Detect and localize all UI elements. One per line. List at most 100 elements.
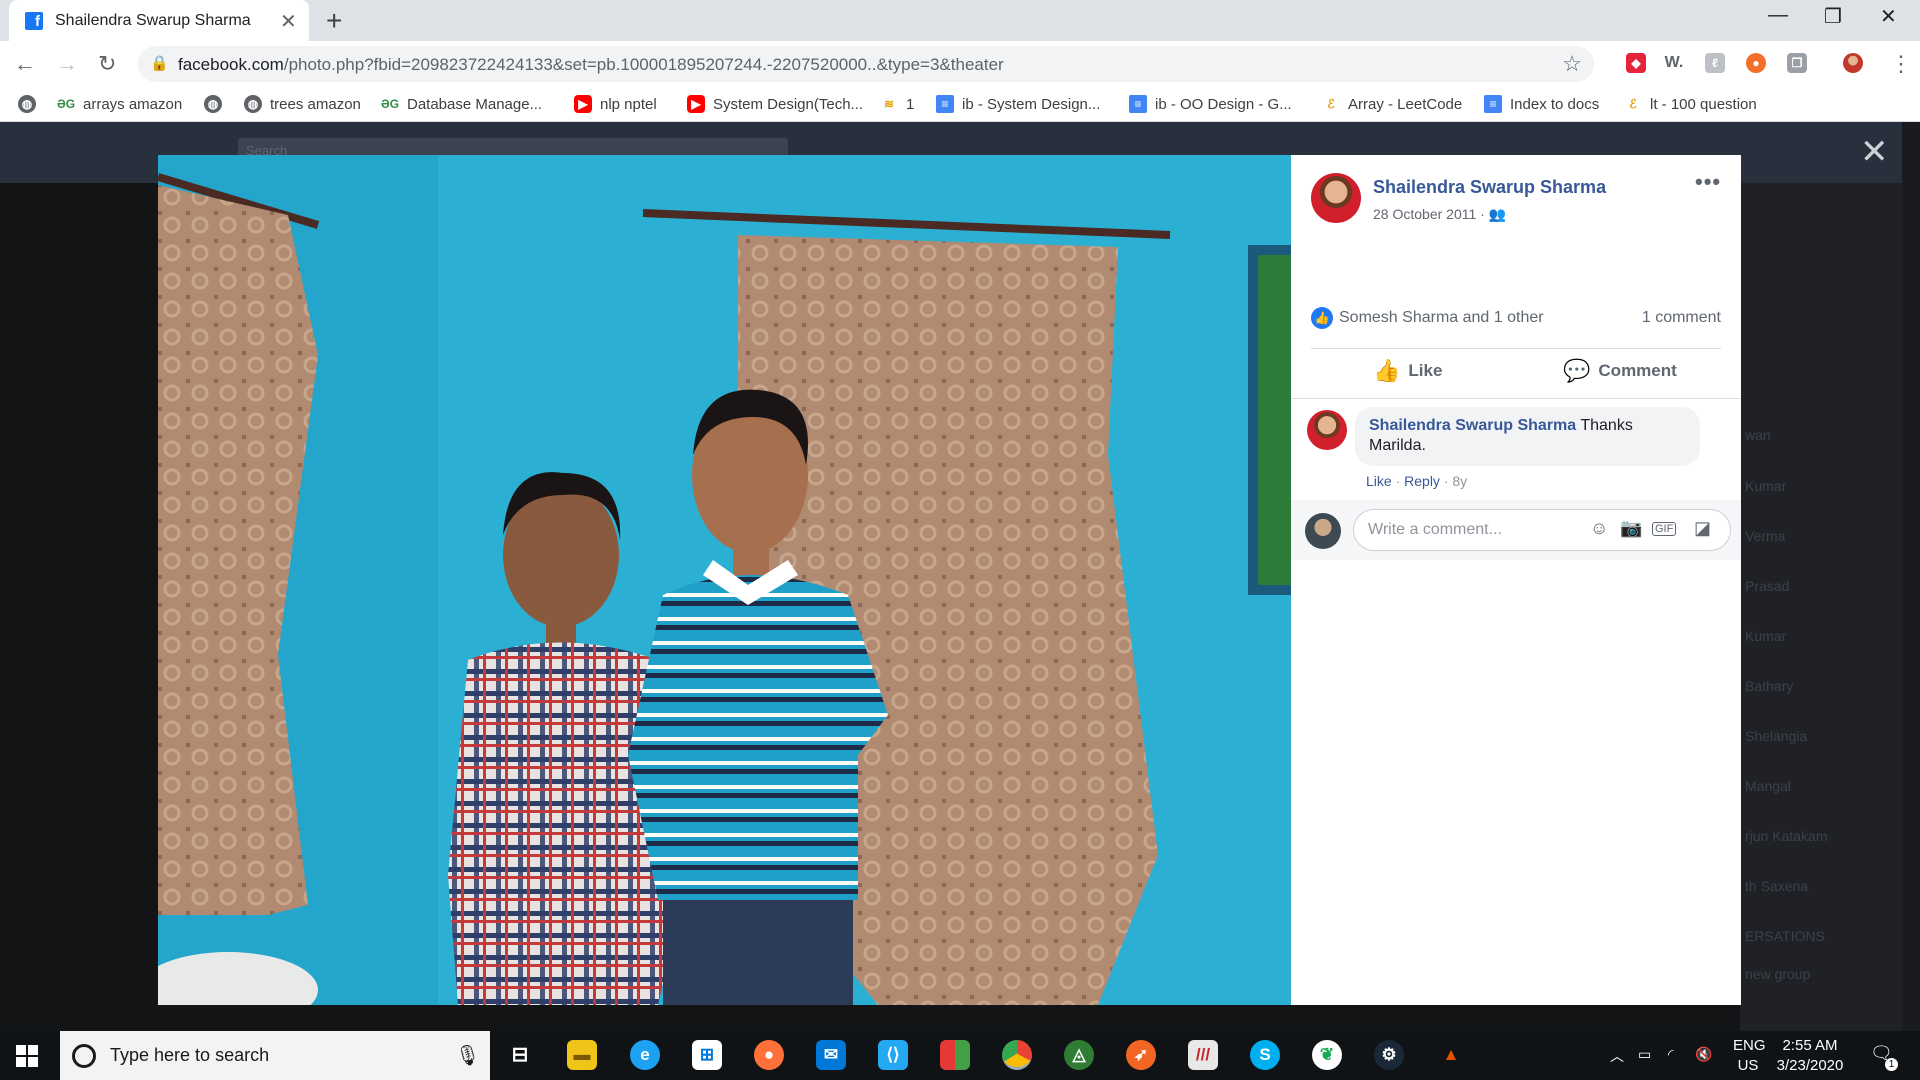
address-bar[interactable]: 🔒 facebook.com/photo.php?fbid=2098237224…	[138, 46, 1594, 82]
post-author-link[interactable]: Shailendra Swarup Sharma	[1373, 177, 1606, 198]
theater-close-icon[interactable]: ✕	[1860, 132, 1889, 172]
restore-icon[interactable]: ❐	[1824, 4, 1842, 29]
file-explorer-icon[interactable]: ▬	[567, 1040, 597, 1070]
more-options-icon[interactable]: •••	[1695, 169, 1721, 195]
sidebar-contact[interactable]: Bathary	[1745, 678, 1793, 694]
windows-start-icon[interactable]	[16, 1045, 38, 1067]
language-indicator[interactable]: ENG US	[1733, 1036, 1766, 1076]
system-clock[interactable]: 2:55 AM 3/23/2020	[1770, 1036, 1850, 1076]
commenter-avatar[interactable]	[1307, 410, 1347, 450]
postman-icon[interactable]: ➶	[1126, 1040, 1156, 1070]
anaconda-icon[interactable]: ◬	[1064, 1040, 1094, 1070]
sticker-icon[interactable]: ◪	[1694, 518, 1711, 539]
volume-muted-icon[interactable]: 🔇	[1695, 1046, 1712, 1063]
sidebar-contact[interactable]: Kumar	[1745, 478, 1786, 494]
mongodb-icon[interactable]: ❦	[1312, 1040, 1342, 1070]
leetcode-icon: ℰ	[1327, 97, 1335, 111]
comment-reply-link[interactable]: Reply	[1404, 473, 1440, 489]
author-avatar[interactable]	[1311, 173, 1361, 223]
notification-count: 1	[1885, 1058, 1898, 1071]
comment-button[interactable]: 💬 Comment	[1563, 358, 1677, 384]
chrome-icon[interactable]	[1002, 1040, 1032, 1070]
comment-count-link[interactable]: 1 comment	[1642, 309, 1721, 327]
new-tab-icon[interactable]: +	[326, 5, 342, 37]
sidebar-new-group[interactable]: new group	[1745, 966, 1810, 982]
wifi-icon[interactable]: ◜	[1668, 1046, 1673, 1063]
bookmark-lt-100-question[interactable]: ℰlt - 100 question	[1624, 95, 1756, 113]
w-extension-icon[interactable]: W.	[1664, 53, 1684, 73]
sidebar-contact[interactable]: Prasad	[1745, 578, 1789, 594]
bookmark-trees-amazon[interactable]: ◍ trees amazon	[244, 95, 361, 113]
facebook-favicon-icon: f	[25, 12, 43, 30]
globe-icon: ◍	[244, 95, 262, 113]
sidebar-contact[interactable]: th Saxena	[1745, 878, 1808, 894]
task-view-icon[interactable]: ⊟	[505, 1040, 535, 1070]
forward-icon[interactable]: →	[56, 51, 78, 77]
app-icon[interactable]	[940, 1040, 970, 1070]
emoji-icon[interactable]: ☺	[1590, 518, 1608, 539]
thumbs-up-icon: 👍	[1373, 358, 1401, 383]
bookmark-arrays-amazon[interactable]: ƏG arrays amazon	[57, 95, 182, 113]
youtube-icon: ▶	[574, 95, 592, 113]
reactions-summary[interactable]: 👍 Somesh Sharma and 1 other	[1311, 307, 1544, 329]
write-comment-input[interactable]: Write a comment... ☺ 📷 GIF ◪	[1353, 509, 1731, 551]
globe-icon[interactable]: ◍	[204, 95, 230, 113]
pocket-extension-icon[interactable]: ◆	[1626, 53, 1646, 73]
brave-extension-icon[interactable]: ●	[1746, 53, 1766, 73]
battery-icon[interactable]: ▭	[1638, 1046, 1651, 1063]
sidebar-contact[interactable]: Shelangia	[1745, 728, 1807, 744]
minimize-icon[interactable]: —	[1768, 4, 1788, 27]
globe-icon[interactable]: ◍	[18, 95, 44, 113]
comment-like-link[interactable]: Like	[1366, 473, 1392, 489]
bookmarks-bar: ◍ ƏG arrays amazon ◍ ◍ trees amazon ƏG Data…	[0, 88, 1920, 122]
firefox-icon[interactable]: ●	[754, 1040, 784, 1070]
matlab-icon[interactable]: ▲	[1436, 1040, 1466, 1070]
jupyter-icon[interactable]: ///	[1188, 1040, 1218, 1070]
bookmark-index-to-docs[interactable]: ≡ Index to docs	[1484, 95, 1599, 113]
divider	[1291, 398, 1741, 399]
menu-icon[interactable]: ⋮	[1890, 51, 1912, 77]
bookmark-array-leetcode[interactable]: ℰ Array - LeetCode	[1322, 95, 1462, 113]
sidebar-contact[interactable]: wan	[1745, 427, 1771, 443]
sidebar-contact[interactable]: Verma	[1745, 528, 1785, 544]
edge-icon[interactable]: e	[630, 1040, 660, 1070]
camera-icon[interactable]: 📷	[1620, 518, 1642, 539]
back-icon[interactable]: ←	[14, 51, 36, 77]
bookmark-system-design[interactable]: ▶ System Design(Tech...	[687, 95, 863, 113]
sidebar-contact[interactable]: Mangal	[1745, 778, 1791, 794]
bookmark-ib-system-design[interactable]: ≡ ib - System Design...	[936, 95, 1100, 113]
comment-placeholder: Write a comment...	[1368, 521, 1502, 538]
mail-icon[interactable]: ✉	[816, 1040, 846, 1070]
bookmark-ib-oo-design[interactable]: ≡ ib - OO Design - G...	[1129, 95, 1292, 113]
bookmark-database-manage[interactable]: ƏG Database Manage...	[381, 95, 542, 113]
vscode-icon[interactable]: ⟨⟩	[878, 1040, 908, 1070]
bookmark-1[interactable]: ≋ 1	[880, 95, 914, 113]
tab-close-icon[interactable]: ✕	[280, 9, 297, 34]
reload-icon[interactable]: ↻	[98, 51, 116, 77]
comment-actions: Like · Reply · 8y	[1366, 473, 1468, 489]
like-button[interactable]: 👍 Like	[1373, 358, 1442, 384]
browser-tab[interactable]: f Shailendra Swarup Sharma ✕	[9, 0, 309, 41]
store-icon[interactable]: ⊞	[692, 1040, 722, 1070]
comment-author-link[interactable]: Shailendra Swarup Sharma	[1369, 417, 1576, 434]
post-date[interactable]: 28 October 2011 · 👥	[1373, 206, 1506, 223]
profile-avatar[interactable]	[1843, 53, 1863, 73]
skype-icon[interactable]: S	[1250, 1040, 1280, 1070]
post-photo[interactable]	[158, 155, 1291, 1005]
steam-icon[interactable]: ⚙	[1374, 1040, 1404, 1070]
gif-icon[interactable]: GIF	[1652, 522, 1677, 536]
extension-icon[interactable]: ℓ	[1705, 53, 1725, 73]
copy-extension-icon[interactable]: ❐	[1787, 53, 1807, 73]
sidebar-contact[interactable]: Kumar	[1745, 628, 1786, 644]
gfg-icon: ƏG	[57, 97, 76, 111]
bookmark-nlp-nptel[interactable]: ▶ nlp nptel	[574, 95, 657, 113]
microphone-icon[interactable]: 🎙	[455, 1043, 480, 1068]
show-hidden-icons-icon[interactable]: ︿	[1610, 1046, 1624, 1066]
bookmark-star-icon[interactable]: ☆	[1562, 51, 1582, 77]
taskbar-search-box[interactable]: Type here to search 🎙	[60, 1031, 490, 1080]
sidebar-contact[interactable]: rjun Katakam	[1745, 828, 1827, 844]
comment-age[interactable]: 8y	[1452, 473, 1467, 489]
friends-audience-icon: 👥	[1488, 206, 1507, 222]
page-scrollbar[interactable]	[1902, 122, 1920, 1031]
window-close-icon[interactable]: ✕	[1880, 4, 1897, 29]
